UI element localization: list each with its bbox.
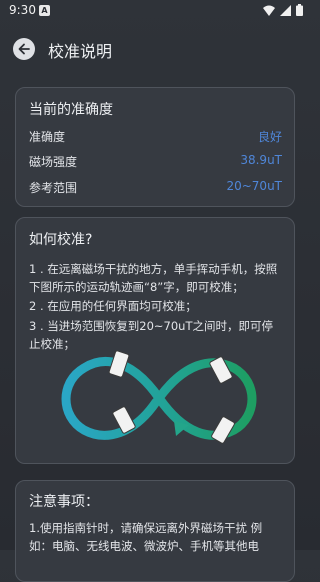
wifi-icon bbox=[263, 5, 275, 16]
back-button[interactable] bbox=[13, 38, 35, 60]
field-strength-row: 磁场强度 38.9uT bbox=[29, 153, 282, 171]
battery-icon bbox=[296, 4, 303, 16]
page-title: 校准说明 bbox=[48, 42, 113, 61]
notes-card-title: 注意事项： bbox=[29, 494, 99, 510]
reference-range-row: 参考范围 20~70uT bbox=[29, 179, 282, 197]
signal-icon bbox=[280, 4, 291, 16]
howto-card: 如何校准? 1 . 在远离磁场干扰的地方，单手挥动手机，按照下图所示的运动轨迹画… bbox=[15, 217, 295, 464]
field-strength-value: 38.9uT bbox=[240, 153, 282, 167]
figure-eight-illustration bbox=[61, 350, 257, 444]
phone-icon bbox=[108, 350, 130, 378]
howto-card-title: 如何校准? bbox=[29, 232, 93, 248]
back-arrow-icon bbox=[18, 43, 30, 55]
accuracy-row: 准确度 良好 bbox=[29, 128, 282, 146]
status-bar: 9:30 A bbox=[0, 0, 309, 22]
field-strength-label: 磁场强度 bbox=[29, 155, 78, 169]
reference-range-value: 20~70uT bbox=[226, 179, 282, 193]
notes-card: 注意事项： 1.使用指南针时，请确保远离外界磁场干扰 例如：电脑、无线电波、微波… bbox=[15, 480, 295, 582]
accuracy-value: 良好 bbox=[257, 130, 282, 144]
accuracy-label: 准确度 bbox=[29, 130, 66, 144]
howto-step-1: 1 . 在远离磁场干扰的地方，单手挥动手机，按照下图所示的运动轨迹画“8”字，即… bbox=[29, 262, 278, 294]
notification-icon: A bbox=[39, 5, 50, 16]
status-icons bbox=[263, 4, 303, 16]
status-time: 9:30 bbox=[9, 3, 36, 17]
app-bar: 校准说明 bbox=[0, 30, 309, 66]
reference-range-label: 参考范围 bbox=[29, 181, 78, 195]
accuracy-card: 当前的准确度 准确度 良好 磁场强度 38.9uT 参考范围 20~70uT bbox=[15, 87, 295, 207]
accuracy-card-title: 当前的准确度 bbox=[29, 102, 113, 118]
howto-step-2: 2 . 在应用的任何界面均可校准； bbox=[29, 299, 197, 313]
phone-icon bbox=[209, 356, 233, 384]
